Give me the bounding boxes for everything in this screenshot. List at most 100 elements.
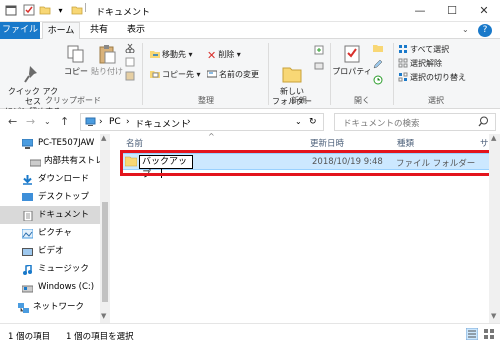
cut-icon[interactable] [125,43,135,55]
invert-selection-button[interactable]: 選択の切り替え [398,72,466,84]
invert-selection-icon [398,72,408,82]
ribbon-home: クイック アクセス にピン留めする コピー 貼り付け クリップボード 移動先 ▾… [0,39,500,116]
properties-icon[interactable] [22,4,35,17]
computer-icon [21,138,34,149]
paste-button[interactable]: 貼り付け [90,43,124,77]
address-dropdown-icon[interactable]: ⌄ [295,117,302,126]
help-icon[interactable]: ? [478,24,492,37]
forward-arrow-icon[interactable]: → [26,115,35,128]
rename-label: 名前の変更 [219,70,259,79]
select-all-button[interactable]: すべて選択 [398,44,449,56]
desktop-icon [22,192,33,202]
group-label-select: 選択 [428,96,444,105]
column-modified[interactable]: 更新日時 [310,137,344,149]
group-label-new: 新規 [291,96,307,105]
documents-icon [22,210,33,222]
delete-button[interactable]: ✕ 削除 ▾ [207,49,241,62]
status-item-count: 1 個の項目 [8,332,51,342]
tab-share[interactable]: 共有 [84,22,114,39]
group-label-open: 開く [354,96,370,105]
new-folder-icon [281,53,303,83]
minimize-button[interactable]: — [404,0,436,21]
nav-label-downloads: ダウンロード [38,174,90,184]
details-view-icon[interactable] [465,327,479,343]
breadcrumb-separator: › [99,117,103,127]
copy-icon [65,43,87,65]
drive-icon [29,156,42,167]
pin-icon [22,53,44,83]
invert-selection-label: 選択の切り替え [410,73,466,82]
search-icon[interactable] [478,116,489,130]
paste-shortcut-icon[interactable] [125,71,135,83]
copy-button[interactable]: コピー [64,43,88,77]
scrollbar-thumb[interactable] [102,202,108,302]
copy-to-button[interactable]: コピー先 ▾ [150,69,201,81]
ribbon-separator [330,43,331,105]
recent-locations-icon[interactable]: ⌄ [44,117,51,126]
edit-icon[interactable] [373,59,383,71]
highlight-frame [120,150,498,176]
large-icons-view-icon[interactable] [483,328,495,343]
nav-item-internal-storage[interactable]: 内部共有ストレー [0,152,100,170]
content-scrollbar[interactable]: ▲ ▼ [489,134,500,323]
scroll-down-arrow-icon[interactable]: ▼ [491,312,496,320]
scroll-up-arrow-icon[interactable]: ▲ [491,134,496,142]
easy-access-icon[interactable] [314,61,324,73]
scroll-down-arrow-icon[interactable]: ▼ [101,312,106,320]
copy-path-icon[interactable] [125,57,135,69]
delete-label: 削除 ▾ [218,50,241,59]
scroll-up-arrow-icon[interactable]: ▲ [101,134,106,142]
collapse-ribbon-icon[interactable]: ⌄ [462,25,469,34]
select-none-button[interactable]: 選択解除 [398,58,442,70]
column-name[interactable]: 名前 [126,137,143,149]
breadcrumb-documents[interactable]: ドキュメント [135,117,189,130]
app-icon[interactable] [4,4,17,17]
close-button[interactable]: ✕ [468,0,500,21]
nav-item-music[interactable]: ミュージック [0,260,100,278]
open-icon[interactable] [373,43,383,55]
copy-to-label: コピー先 ▾ [162,70,201,79]
refresh-icon[interactable]: ↻ [309,117,317,127]
video-icon [22,246,33,256]
column-type[interactable]: 種類 [397,137,414,149]
windows-drive-icon [21,282,34,293]
rename-button[interactable]: 名前の変更 [206,69,259,81]
tab-view[interactable]: 表示 [118,22,154,39]
up-arrow-icon[interactable]: ↑ [60,115,69,128]
ribbon-separator [142,43,143,105]
ribbon-tabs: ファイル ホーム 共有 表示 ⌄ ? [0,22,500,40]
new-item-icon[interactable] [314,45,324,57]
navigation-pane: PC-TE507JAW 内部共有ストレー ダウンロード デスクトップ ドキュメン… [0,134,110,323]
tab-file[interactable]: ファイル [0,22,40,39]
nav-label-music: ミュージック [38,264,89,274]
nav-item-desktop[interactable]: デスクトップ [0,188,100,206]
nav-label-pictures: ピクチャ [38,228,72,238]
maximize-button[interactable]: ☐ [436,0,468,21]
select-none-icon [398,58,408,68]
music-icon [22,264,33,275]
breadcrumb-pc[interactable]: PC [109,117,121,127]
nav-item-downloads[interactable]: ダウンロード [0,170,100,188]
navigation-pane-scrollbar[interactable]: ▲ ▼ [100,134,110,323]
new-folder-icon[interactable] [38,4,51,17]
properties-button[interactable]: プロパティ [332,43,372,77]
nav-item-documents[interactable]: ドキュメント [0,206,100,224]
nav-item-network[interactable]: ネットワーク [0,298,100,316]
history-icon[interactable] [373,75,383,87]
move-to-label: 移動先 ▾ [162,50,193,59]
pictures-icon [21,228,34,239]
nav-item-windows-drive[interactable]: Windows (C:) [0,278,100,296]
move-to-button[interactable]: 移動先 ▾ [150,49,193,61]
move-to-icon [150,49,160,59]
nav-label-videos: ビデオ [38,246,64,256]
nav-item-pc[interactable]: PC-TE507JAW [0,134,100,152]
nav-item-pictures[interactable]: ピクチャ [0,224,100,242]
customize-quick-access-icon[interactable]: ▾ [54,4,67,17]
search-box[interactable]: ドキュメントの検索 [334,113,496,131]
rename-icon [206,69,218,79]
sort-arrow-icon: ^ [208,132,215,141]
nav-item-videos[interactable]: ビデオ [0,242,100,260]
address-bar[interactable]: › PC › ドキュメント › ⌄ ↻ [80,113,324,131]
tab-home[interactable]: ホーム [42,22,80,40]
back-arrow-icon[interactable]: ← [8,115,17,128]
